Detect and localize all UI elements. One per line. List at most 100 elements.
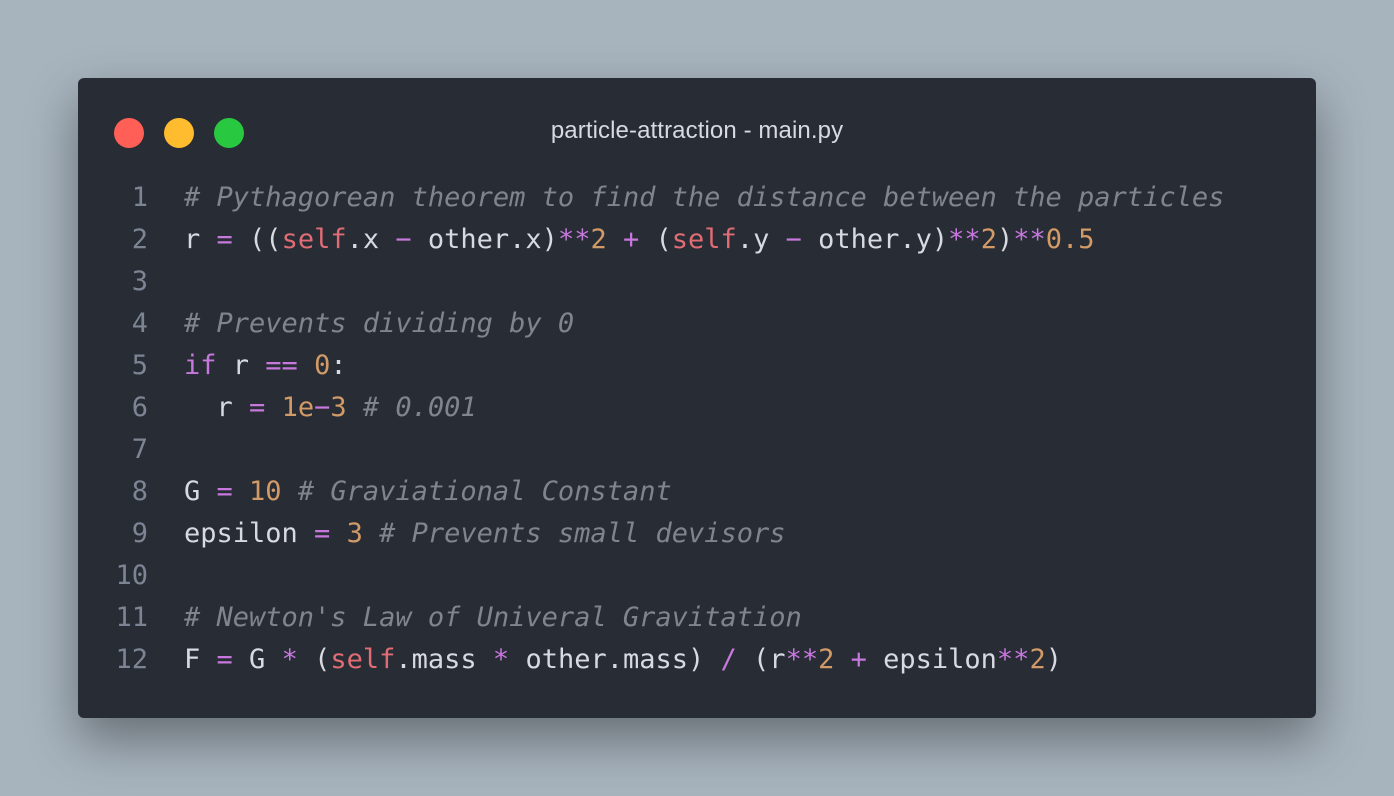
code-token: F (184, 644, 217, 675)
code-token: # Prevents dividing by 0 (184, 308, 575, 339)
line-source: epsilon = 3 # Prevents small devisors (184, 513, 786, 555)
code-token: r (216, 350, 266, 381)
code-token: * (492, 644, 510, 675)
code-line: 7 (78, 429, 1316, 471)
line-number: 11 (115, 602, 148, 633)
code-token: 2 (1029, 644, 1046, 675)
code-token: (( (232, 224, 282, 255)
code-token: ** (785, 644, 819, 675)
line-number: 8 (131, 476, 148, 507)
code-window: particle-attraction - main.py 1 # Pythago… (78, 78, 1316, 718)
code-token: # Prevents small devisors (379, 518, 786, 549)
line-source: if r == 0: (184, 345, 347, 387)
line-source: G = 10 # Graviational Constant (184, 471, 672, 513)
code-token: .x (346, 224, 396, 255)
code-line: 6 r = 1e−3 # 0.001 (78, 387, 1316, 429)
code-token: = (216, 644, 233, 675)
code-token: ( (297, 644, 331, 675)
code-token: ) (996, 224, 1014, 255)
code-token: + (623, 224, 640, 255)
code-token: self (671, 224, 737, 255)
code-token: # Pythagorean theorem to find the distan… (184, 182, 1225, 213)
code-token: self (330, 644, 396, 675)
line-number: 2 (131, 224, 148, 255)
code-token: ** (1013, 224, 1046, 255)
code-token: if (184, 350, 217, 381)
code-token: .mass (395, 644, 493, 675)
window-title: particle-attraction - main.py (550, 117, 844, 144)
code-token: + (850, 644, 867, 675)
code-token: 2 (818, 644, 835, 675)
code-token: * (281, 644, 298, 675)
code-token: − (314, 392, 331, 423)
code-line: 11 # Newton's Law of Univeral Gravitation (78, 597, 1316, 639)
line-number: 6 (131, 392, 148, 423)
title-bar: particle-attraction - main.py (78, 104, 1316, 160)
line-number: 3 (131, 266, 148, 297)
code-token: 10 (249, 476, 282, 507)
line-source: # Prevents dividing by 0 (184, 303, 574, 345)
code-token: r (184, 392, 250, 423)
line-source: r = ((self.x − other.x)**2 + (self.y − o… (184, 219, 1095, 261)
code-token: .y (736, 224, 786, 255)
line-number: 1 (131, 182, 148, 213)
code-token: (r (736, 644, 786, 675)
code-token: # Newton's Law of Univeral Gravitation (184, 602, 802, 633)
code-token: ( (639, 224, 672, 255)
code-token: ** (557, 224, 591, 255)
code-token: : (330, 350, 347, 381)
line-source: # Pythagorean theorem to find the distan… (184, 177, 1224, 219)
code-token: = (249, 392, 266, 423)
code-token: # 0.001 (362, 392, 477, 423)
code-token: ** (996, 644, 1030, 675)
code-block: 1 # Pythagorean theorem to find the dista… (78, 177, 1316, 681)
code-token: G (232, 644, 282, 675)
code-line: 12 F = G * (self.mass * other.mass) / (r*… (78, 639, 1316, 681)
line-number: 5 (131, 350, 148, 381)
line-number: 12 (115, 644, 148, 675)
code-token: 2 (980, 224, 997, 255)
code-line: 3 (78, 261, 1316, 303)
line-source: r = 1e−3 # 0.001 (184, 387, 477, 429)
code-token: 3 (330, 392, 347, 423)
code-token: r (184, 224, 217, 255)
line-number: 4 (131, 308, 148, 339)
code-line: 4 # Prevents dividing by 0 (78, 303, 1316, 345)
code-token: self (281, 224, 347, 255)
code-line: 5 if r == 0: (78, 345, 1316, 387)
line-number: 7 (131, 434, 148, 465)
code-token: 1e (281, 392, 315, 423)
code-token: other.mass) (509, 644, 721, 675)
code-token: ** (948, 224, 981, 255)
code-token: == (265, 350, 298, 381)
code-line: 2r = ((self.x − other.x)**2 + (self.y − … (78, 219, 1316, 261)
code-token: epsilon (184, 518, 315, 549)
line-number: 10 (115, 560, 148, 591)
line-number: 9 (131, 518, 148, 549)
code-token: = (216, 224, 233, 255)
code-token: ) (1045, 644, 1062, 675)
code-line: 10 (78, 555, 1316, 597)
code-token: 2 (590, 224, 607, 255)
code-token: other.y) (801, 224, 949, 255)
code-token: / (720, 644, 737, 675)
code-token: epsilon (866, 644, 997, 675)
code-token: − (785, 224, 802, 255)
line-source: # Newton's Law of Univeral Gravitation (184, 597, 802, 639)
code-token: 0.5 (1045, 224, 1095, 255)
code-token: = (314, 518, 331, 549)
code-line: 9 epsilon = 3 # Prevents small devisors (78, 513, 1316, 555)
code-token: # Graviational Constant (297, 476, 672, 507)
code-token: 3 (346, 518, 363, 549)
code-line: 8 G = 10 # Graviational Constant (78, 471, 1316, 513)
code-token: other.x) (411, 224, 558, 255)
code-token: 0 (314, 350, 331, 381)
line-source: F = G * (self.mass * other.mass) / (r**2… (184, 639, 1062, 681)
